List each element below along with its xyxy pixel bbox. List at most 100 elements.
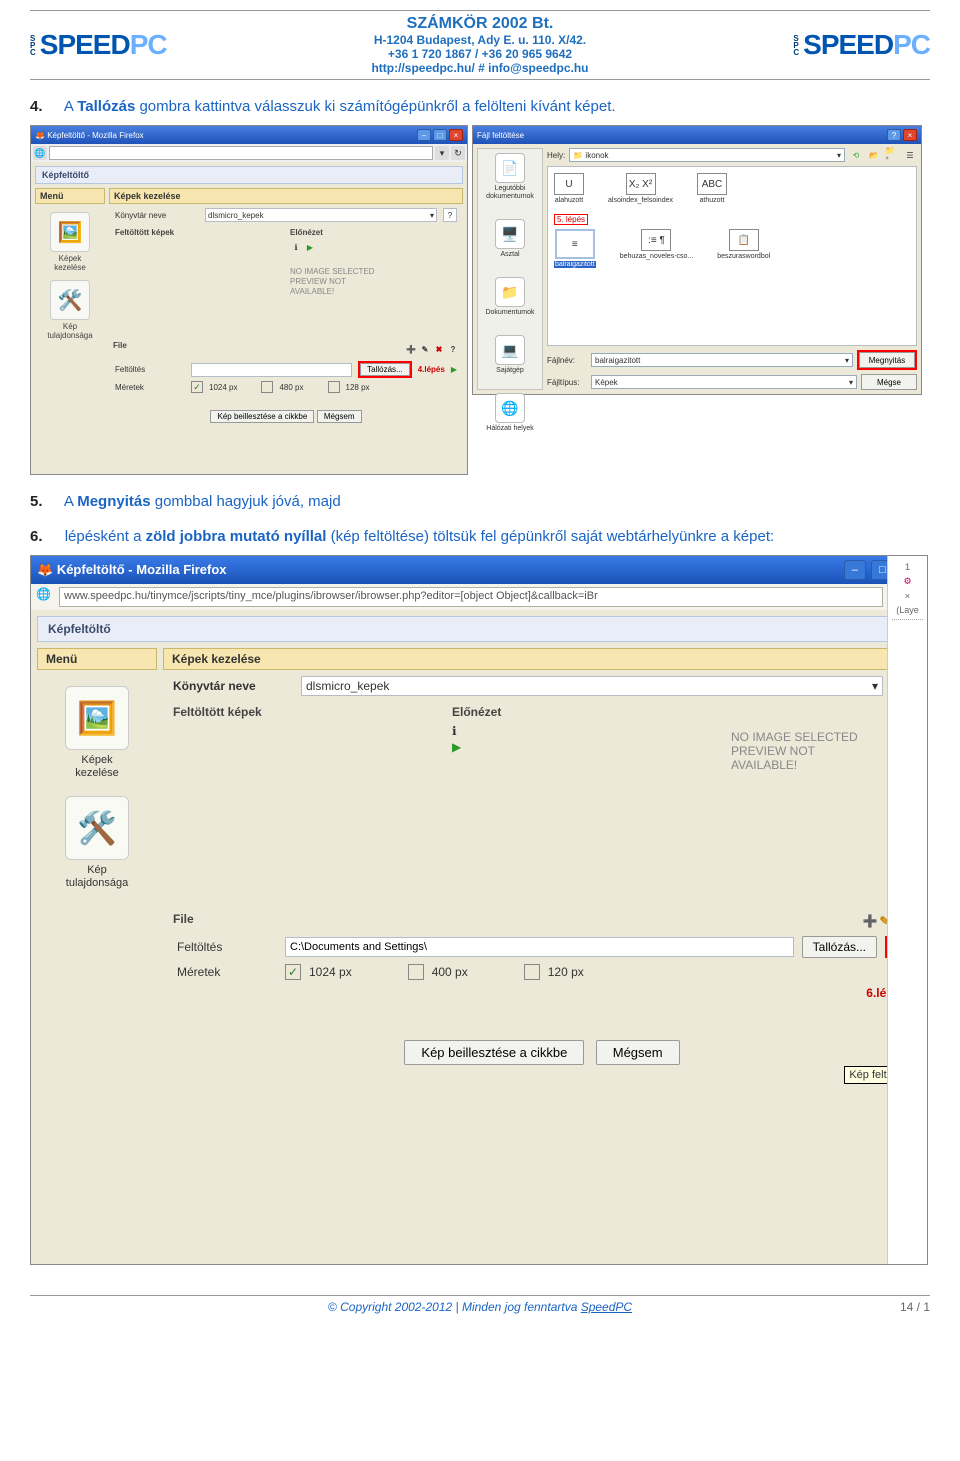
help-icon[interactable]: ? xyxy=(447,343,459,355)
upload-label: Feltöltés xyxy=(177,940,277,954)
preview-label: Előnézet xyxy=(290,226,457,239)
company-block: SZÁMKÖR 2002 Bt. H-1204 Budapest, Ady E.… xyxy=(371,15,588,75)
globe-icon: 🌐 xyxy=(36,587,56,607)
size-400-label: 400 px xyxy=(432,965,468,979)
url-field[interactable] xyxy=(49,146,433,160)
maximize-button[interactable]: □ xyxy=(433,129,447,141)
browse-button[interactable]: Tallózás... xyxy=(802,936,877,958)
cancel-button[interactable]: Mégse xyxy=(861,374,917,390)
cancel-button[interactable]: Mégsem xyxy=(596,1040,680,1065)
thumb-athuzott[interactable]: ABCathuzott xyxy=(697,173,727,204)
dir-select[interactable]: dlsmicro_kepek▾ xyxy=(301,676,883,696)
file-grid[interactable]: Ualahuzott X₂ X²alsoindex_felsoindex ABC… xyxy=(547,166,917,346)
chevron-down-icon: ▾ xyxy=(845,356,849,365)
close-button[interactable]: × xyxy=(449,129,463,141)
address-bar: 🌐 ▾ ↻ xyxy=(31,144,467,162)
thumb-alsoindex[interactable]: X₂ X²alsoindex_felsoindex xyxy=(608,173,673,204)
menu-item-manage-big[interactable]: 🖼️ Képek kezelése xyxy=(37,686,157,780)
annot-step6: 6.lépés xyxy=(177,986,907,1000)
menu-header: Menü xyxy=(35,188,105,204)
thumb-beszuras[interactable]: 📋beszuraswordbol xyxy=(717,229,770,268)
sizes-label: Méretek xyxy=(115,383,185,392)
company-name: SZÁMKÖR 2002 Bt. xyxy=(371,15,588,33)
browse-button[interactable]: Tallózás... xyxy=(360,363,410,376)
spc-mark: SPC xyxy=(30,35,36,56)
edit-icon[interactable]: ✎ xyxy=(419,343,431,355)
close-button[interactable]: × xyxy=(903,129,917,141)
upload-arrow-icon[interactable]: ▶ xyxy=(451,365,457,374)
company-phones: +36 1 720 1867 / +36 20 965 9642 xyxy=(371,47,588,61)
company-address: H-1204 Budapest, Ady E. u. 110. X/42. xyxy=(371,33,588,47)
mgmt-header: Képek kezelése xyxy=(109,188,463,204)
brand-text: SPEEDPC xyxy=(40,29,167,61)
logo-left: SPC SPEEDPC xyxy=(30,29,167,61)
reload-icon[interactable]: ↻ xyxy=(451,146,465,160)
size-1024-checkbox[interactable]: ✓ xyxy=(285,964,301,980)
size-480-checkbox[interactable] xyxy=(261,381,273,393)
right-strip: 1 ⚙ × (Laye xyxy=(887,556,927,1264)
up-icon[interactable]: 📂 xyxy=(867,148,881,162)
dropdown-icon[interactable]: ▾ xyxy=(435,146,449,160)
screenshot-uploader-big: 🦊 Képfeltöltő - Mozilla Firefox – □ × 🌐 … xyxy=(30,555,928,1265)
size-128-label: 128 px xyxy=(346,383,370,392)
menu-item-properties[interactable]: 🛠️ Kép tulajdonsága xyxy=(35,280,105,340)
thumb-balraigazitott[interactable]: ≡balraigazitott xyxy=(554,229,596,268)
size-400-checkbox[interactable] xyxy=(408,964,424,980)
chevron-down-icon: ▾ xyxy=(837,151,841,160)
minimize-button[interactable]: – xyxy=(844,560,866,580)
menu-item-properties-big[interactable]: 🛠️ Kép tulajdonsága xyxy=(37,796,157,890)
picture-tool-icon: 🛠️ xyxy=(50,280,90,320)
sidebar-item-recent[interactable]: 📄Legutóbbi dokumentumok xyxy=(486,153,534,201)
cancel-button[interactable]: Mégsem xyxy=(317,410,362,423)
menu-item-manage[interactable]: 🖼️ Képek kezelése xyxy=(35,212,105,272)
filename-field[interactable]: balraigazitott▾ xyxy=(591,353,853,367)
filetype-field[interactable]: Képek▾ xyxy=(591,375,857,389)
upload-path-input[interactable] xyxy=(285,937,794,957)
add-icon[interactable]: ➕ xyxy=(863,914,878,928)
arrow-icon[interactable]: ▶ xyxy=(304,241,316,253)
address-bar-big: 🌐 www.speedpc.hu/tinymce/jscripts/tiny_m… xyxy=(31,584,927,610)
x-icon[interactable]: × xyxy=(905,591,910,601)
delete-icon[interactable]: ✖ xyxy=(433,343,445,355)
location-label: Hely: xyxy=(547,151,565,160)
sidebar-item-docs[interactable]: 📁Dokumentumok xyxy=(485,277,534,317)
step-5-text: 5. A Megnyitás gombbal hagyjuk jóvá, maj… xyxy=(30,493,930,510)
insert-button[interactable]: Kép beillesztése a cikkbe xyxy=(210,410,314,423)
logo-right: SPC SPEEDPC xyxy=(793,29,930,61)
size-120-checkbox[interactable] xyxy=(524,964,540,980)
help-button[interactable]: ? xyxy=(443,208,457,222)
file-header: File xyxy=(173,912,194,930)
help-button[interactable]: ? xyxy=(887,129,901,141)
picture-icon: 🖼️ xyxy=(50,212,90,252)
url-field[interactable]: www.speedpc.hu/tinymce/jscripts/tiny_mce… xyxy=(59,587,883,607)
thumb-alahuzott[interactable]: Ualahuzott xyxy=(554,173,584,204)
minimize-button[interactable]: – xyxy=(417,129,431,141)
new-folder-icon[interactable]: 📁⁺ xyxy=(885,148,899,162)
size-1024-label: 1024 px xyxy=(309,965,352,979)
layer-text: (Laye xyxy=(896,605,919,615)
add-icon[interactable]: ➕ xyxy=(405,343,417,355)
sidebar-item-desktop[interactable]: 🖥️Asztal xyxy=(495,219,525,259)
arrow-icon[interactable]: ▶ xyxy=(452,740,461,754)
gear-icon[interactable]: ⚙ xyxy=(903,576,911,587)
filetype-label: Fájltípus: xyxy=(547,378,587,387)
sidebar-item-network[interactable]: 🌐Hálózati helyek xyxy=(486,393,533,433)
size-128-checkbox[interactable] xyxy=(328,381,340,393)
dir-select[interactable]: dlsmicro_kepek▾ xyxy=(205,208,437,222)
window-titlebar: 🦊 Képfeltöltő - Mozilla Firefox – □ × xyxy=(31,126,467,144)
info-icon[interactable]: ℹ xyxy=(452,724,457,738)
insert-button[interactable]: Kép beillesztése a cikkbe xyxy=(404,1040,584,1065)
filedlg-sidebar: 📄Legutóbbi dokumentumok 🖥️Asztal 📁Dokume… xyxy=(477,148,543,390)
view-icon[interactable]: ☰ xyxy=(903,148,917,162)
page-footer: © Copyright 2002-2012 | Minden jog fennt… xyxy=(30,1295,930,1328)
back-icon[interactable]: ⟲ xyxy=(849,148,863,162)
location-select[interactable]: 📁 ikonok▾ xyxy=(569,148,845,162)
upload-path-input[interactable] xyxy=(191,363,352,377)
step-6-text: 6. lépésként a zöld jobbra mutató nyílla… xyxy=(30,528,930,545)
open-button[interactable]: Megnyitás xyxy=(859,352,915,368)
sidebar-item-mycomp[interactable]: 💻Sajátgép xyxy=(495,335,525,375)
size-1024-checkbox[interactable]: ✓ xyxy=(191,381,203,393)
thumb-behuzas[interactable]: :≡ ¶behuzas_noveles-cso... xyxy=(620,229,694,268)
info-icon[interactable]: ℹ xyxy=(290,241,302,253)
menu-header-big: Menü xyxy=(37,648,157,670)
